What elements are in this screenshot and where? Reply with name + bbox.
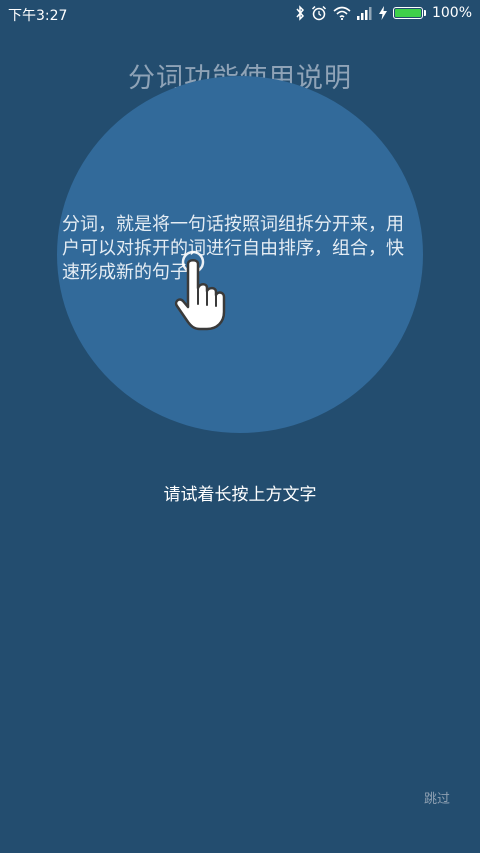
status-time: 下午3:27 bbox=[8, 8, 68, 24]
hint-text: 请试着长按上方文字 bbox=[163, 485, 317, 505]
status-icons: 100% bbox=[295, 4, 472, 22]
hand-pointer-icon bbox=[172, 250, 228, 336]
battery-percent: 100% bbox=[431, 5, 472, 21]
battery-icon bbox=[392, 7, 426, 19]
alarm-icon bbox=[311, 5, 327, 21]
signal-icon bbox=[356, 6, 373, 20]
skip-button[interactable]: 跳过 bbox=[424, 788, 450, 807]
charging-icon bbox=[378, 6, 387, 20]
bluetooth-icon bbox=[295, 5, 305, 21]
description-text[interactable]: 分词，就是将一句话按照词组拆分开来，用户可以对拆开的词进行自由排序，组合，快速形… bbox=[62, 213, 412, 285]
status-bar: 下午3:27 100% bbox=[0, 0, 480, 26]
wifi-icon bbox=[333, 6, 351, 20]
